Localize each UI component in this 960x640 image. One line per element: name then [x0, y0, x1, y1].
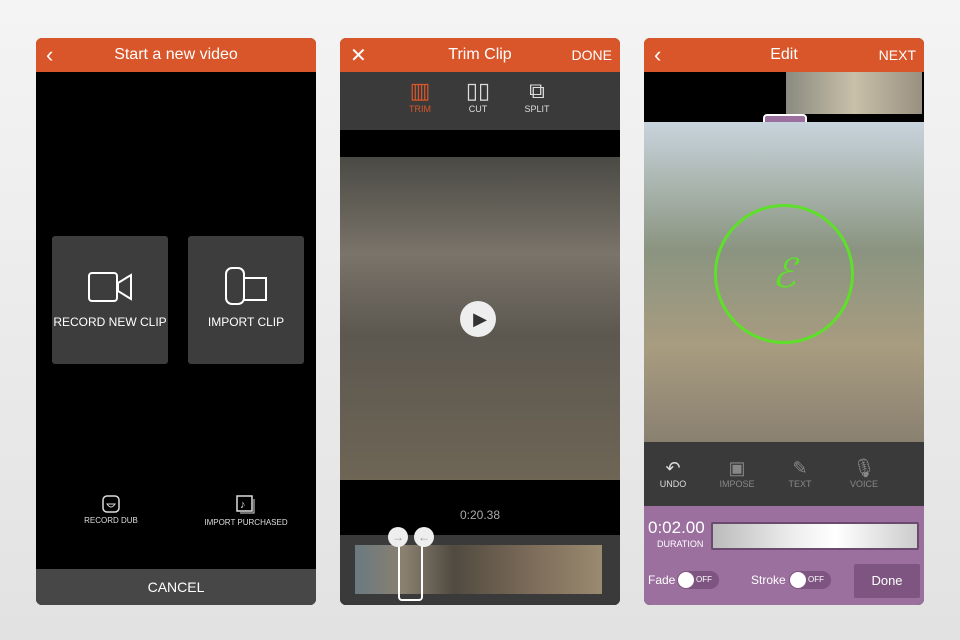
duration-slider[interactable] — [711, 522, 919, 550]
back-icon[interactable]: ‹ — [654, 42, 661, 68]
record-dub-button[interactable]: RECORD DUB — [76, 494, 146, 525]
label: RECORD NEW CLIP — [53, 315, 167, 329]
video-preview[interactable]: ℰ — [644, 122, 924, 442]
svg-text:♪: ♪ — [240, 499, 246, 511]
music-note-icon: ♪ — [236, 495, 255, 514]
import-purchased-button[interactable]: ♪ IMPORT PURCHASED — [196, 494, 296, 527]
close-icon[interactable]: ✕ — [350, 43, 367, 68]
impose-button[interactable]: ▣ IMPOSE — [712, 458, 762, 489]
edit-toolbar: ↶ UNDO ▣ IMPOSE ✎ TEXT 🎙 VOICE — [644, 442, 924, 506]
smiley-icon — [102, 495, 120, 513]
trim-selection[interactable] — [398, 543, 423, 601]
undo-icon: ↶ — [665, 458, 681, 478]
label: IMPOSE — [719, 479, 755, 489]
filmstrip-area: → ← — [340, 527, 620, 605]
cancel-button[interactable]: CANCEL — [36, 569, 316, 605]
pencil-icon: ✎ — [792, 458, 808, 478]
title: Edit — [770, 46, 798, 63]
trim-start-handle[interactable]: → — [388, 527, 408, 547]
label: UNDO — [659, 479, 687, 489]
text-button[interactable]: ✎ TEXT — [775, 458, 825, 489]
video-camera-icon — [88, 272, 132, 302]
cut-tool[interactable]: ▯▯ CUT — [453, 78, 503, 114]
next-button[interactable]: NEXT — [879, 47, 916, 63]
tool-bar: ▥ TRIM ▯▯ CUT ⧉ SPLIT — [340, 72, 620, 130]
label: RECORD DUB — [84, 516, 138, 525]
trim-clip-screen: ✕ Trim Clip DONE ▥ TRIM ▯▯ CUT ⧉ SPLIT ▶ 0:… — [340, 38, 620, 605]
record-new-clip-button[interactable]: RECORD NEW CLIP — [52, 236, 168, 364]
header: ‹ Edit NEXT — [644, 38, 924, 72]
play-button[interactable]: ▶ — [460, 301, 496, 337]
film-roll-icon — [225, 267, 267, 305]
stroke-toggle[interactable]: OFF — [789, 571, 831, 589]
stroke-label: Stroke — [751, 573, 786, 587]
voice-button[interactable]: 🎙 VOICE — [839, 458, 889, 489]
sticker-overlay[interactable]: ℰ — [714, 204, 854, 344]
impose-icon: ▣ — [728, 458, 746, 478]
label: VOICE — [849, 479, 878, 489]
label: IMPORT CLIP — [207, 315, 285, 329]
fade-toggle[interactable]: OFF — [677, 571, 719, 589]
play-icon: ▶ — [473, 308, 487, 329]
filmstrip[interactable] — [355, 545, 602, 594]
trim-tool[interactable]: ▥ TRIM — [395, 78, 445, 114]
back-icon[interactable]: ‹ — [46, 42, 53, 68]
done-button[interactable]: DONE — [572, 47, 612, 63]
label: CUT — [468, 104, 488, 114]
video-preview[interactable]: ▶ — [340, 157, 620, 480]
microphone-icon: 🎙 — [852, 458, 876, 478]
title: Start a new video — [114, 46, 238, 63]
label: IMPORT PURCHASED — [204, 518, 288, 527]
title: Trim Clip — [448, 46, 512, 63]
edit-screen: ‹ Edit NEXT ▨ ℰ ↶UNDO ▣IMPOSE ✎TEXT 🎙VOI… — [644, 38, 924, 605]
split-tool[interactable]: ⧉ SPLIT — [512, 78, 562, 114]
timestamp: 0:20.38 — [459, 508, 501, 522]
label: TRIM — [409, 104, 431, 114]
duration-label: DURATION — [657, 539, 704, 549]
done-button[interactable]: Done — [854, 564, 920, 598]
start-video-screen: ‹ Start a new video RECORD NEW CLIP IMPO… — [36, 38, 316, 605]
label: TEXT — [788, 479, 812, 489]
header: ‹ Start a new video — [36, 38, 316, 72]
import-clip-button[interactable]: IMPORT CLIP — [188, 236, 304, 364]
trim-end-handle[interactable]: ← — [414, 527, 434, 547]
fade-label: Fade — [648, 573, 676, 587]
state: OFF — [696, 575, 712, 584]
label: SPLIT — [524, 104, 550, 114]
cut-icon: ▯▯ — [465, 78, 491, 103]
clip-thumbnails[interactable] — [786, 72, 922, 114]
state: OFF — [808, 575, 824, 584]
header: ✕ Trim Clip DONE — [340, 38, 620, 72]
undo-button[interactable]: ↶ UNDO — [648, 458, 698, 489]
duration-value: 0:02.00 — [648, 518, 705, 537]
trim-icon: ▥ — [409, 78, 431, 103]
settings-panel: 0:02.00 DURATION Fade OFF Stroke OFF Don… — [644, 506, 924, 605]
split-icon: ⧉ — [529, 78, 545, 103]
